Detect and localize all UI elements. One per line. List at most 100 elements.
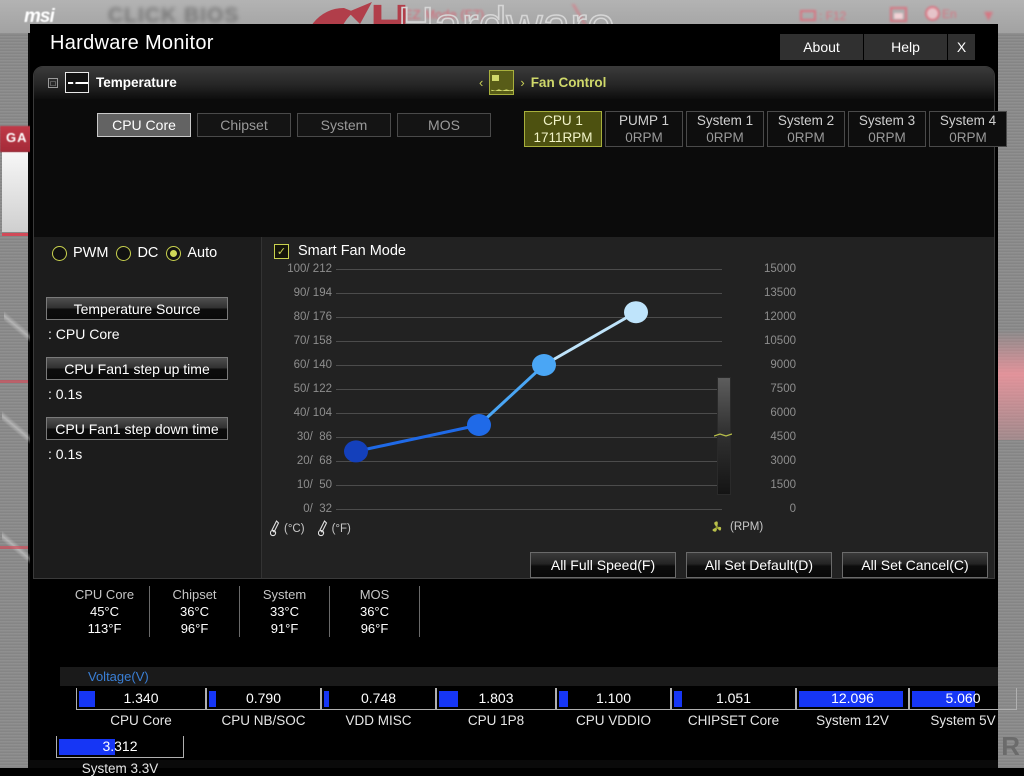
fan-tab-cpu1-label: CPU 1 [543,112,583,129]
radio-pwm[interactable]: PWM [52,245,108,261]
next-arrow-icon[interactable]: › [520,75,524,90]
temp-summary-name-1: Chipset [154,586,235,603]
hardware-monitor-window: Hardware Monitor About Help X □ Temperat… [30,24,998,760]
y-tick-right-12000: 12000 [764,311,796,323]
radio-auto-label: Auto [187,245,217,261]
voltage-row1-track-6: 12.096 [796,688,909,710]
fan-tab-pump1-label: PUMP 1 [619,112,669,129]
fan-curve-icon [489,70,514,95]
window-title: Hardware Monitor [50,32,214,55]
thermometer-fahrenheit-icon [318,520,328,537]
fan-tab-pump1-rpm: 0RPM [625,129,663,146]
bios-decor-line-2 [0,380,28,383]
radio-auto-icon [166,246,181,261]
y-tick-left-0: 0/ 32 [303,503,332,515]
voltage-row1-item-3: 1.803CPU 1P8 [436,688,556,728]
radio-pwm-label: PWM [73,245,108,261]
chevron-down-icon[interactable]: ▾ [984,5,993,26]
bios-right-letter: R [1001,731,1022,762]
all-set-default-button[interactable]: All Set Default(D) [686,552,832,578]
temp-summary-cell-0: CPU Core45°C113°F [60,586,150,637]
voltage-row1-track-1: 0.790 [206,688,321,710]
step-down-time-button[interactable]: CPU Fan1 step down time [46,417,228,440]
voltage-row1-value-6: 12.096 [797,690,908,706]
voltage-row1-value-2: 0.748 [322,690,435,706]
voltage-row1-track-4: 1.100 [556,688,671,710]
help-button[interactable]: Help [864,34,947,60]
temp-summary-fahrenheit-0: 113°F [64,620,145,637]
tab-chipset[interactable]: Chipset [197,113,291,137]
curve-point-2[interactable] [532,354,556,376]
y-tick-left-90: 90/ 194 [294,287,332,299]
step-down-time-value: : 0.1s [46,446,228,462]
curve-segment-1 [479,365,544,425]
voltage-row1-track-0: 1.340 [76,688,206,710]
fan-tab-system1-label: System 1 [697,112,753,129]
fan-control-label: Fan Control [531,75,607,90]
fan-tab-system4[interactable]: System 4 0RPM [929,111,1007,147]
fan-tab-system3[interactable]: System 3 0RPM [848,111,926,147]
fan-tab-system2[interactable]: System 2 0RPM [767,111,845,147]
f12-label: : F12 [819,9,846,23]
y-tick-right-13500: 13500 [764,287,796,299]
voltage-row1-item-4: 1.100CPU VDDIO [556,688,671,728]
voltage-section-label: Voltage(V) [88,669,149,684]
unit-rpm-label: (RPM) [730,521,763,533]
voltage-row1-item-6: 12.096System 12V [796,688,909,728]
fan-tab-cpu1[interactable]: CPU 1 1711RPM [524,111,602,147]
voltage-row1-track-7: 5.060 [909,688,1017,710]
tab-mos[interactable]: MOS [397,113,491,137]
voltage-row2-item-0: 3.312 System 3.3V [56,736,184,776]
voltage-row2-track-0: 3.312 [56,736,184,758]
chart-plot-area[interactable] [336,265,722,513]
curve-segment-2 [544,312,636,365]
close-button[interactable]: X [948,34,975,60]
voltage-row1-value-5: 1.051 [672,690,795,706]
smart-fan-mode-checkbox[interactable]: ✓ [274,244,289,259]
radio-pwm-icon [52,246,67,261]
voltage-row1-name-7: System 5V [909,713,1017,728]
temperature-summary: CPU Core45°C113°FChipset36°C96°FSystem33… [60,586,420,637]
tab-system[interactable]: System [297,113,391,137]
language-icon[interactable]: En [925,6,957,21]
voltage-row1-value-4: 1.100 [557,690,670,706]
chart-y-axis-left: 100/ 21290/ 19480/ 17670/ 15860/ 14050/ … [270,265,332,513]
panel-body: PWM DC Auto Temperature Source : CPU Cor… [34,237,994,578]
fan-tab-system1[interactable]: System 1 0RPM [686,111,764,147]
about-button[interactable]: About [780,34,863,60]
image-icon[interactable] [890,7,907,22]
fan-curve-line [336,265,722,513]
screenshot-f12-icon[interactable]: : F12 [800,9,846,23]
voltage-row1-name-5: CHIPSET Core [671,713,796,728]
y-tick-right-15000: 15000 [764,263,796,275]
temp-summary-name-2: System [244,586,325,603]
rpm-current-marker [714,433,732,437]
temperature-collapse-checkbox[interactable]: □ [48,78,58,88]
curve-point-0[interactable] [344,440,368,462]
curve-point-3[interactable] [624,301,648,323]
ez-mode-label[interactable]: EZ Mode (F7) [404,7,484,22]
voltage-row1-name-0: CPU Core [76,713,206,728]
step-up-time-button[interactable]: CPU Fan1 step up time [46,357,228,380]
all-full-speed-button[interactable]: All Full Speed(F) [530,552,676,578]
y-tick-left-50: 50/ 122 [294,383,332,395]
temperature-source-button[interactable]: Temperature Source [46,297,228,320]
voltage-row1-item-5: 1.051 CHIPSET Core [671,688,796,728]
temp-summary-name-3: MOS [334,586,415,603]
fan-tab-pump1[interactable]: PUMP 1 0RPM [605,111,683,147]
fan-tab-system2-label: System 2 [778,112,834,129]
temp-summary-celsius-0: 45°C [64,603,145,620]
fan-control-section-header: ‹ › Fan Control [479,70,606,95]
radio-dc[interactable]: DC [116,245,158,261]
radio-auto[interactable]: Auto [166,245,217,261]
y-tick-right-9000: 9000 [770,359,796,371]
all-set-cancel-button[interactable]: All Set Cancel(C) [842,552,988,578]
voltage-row1-item-7: 5.060 System 5V [909,688,1017,728]
tab-cpu-core[interactable]: CPU Core [97,113,191,137]
fan-mode-radio-group: PWM DC Auto [52,245,217,261]
prev-arrow-icon[interactable]: ‹ [479,75,483,90]
bios-left-strip [0,0,28,768]
curve-point-1[interactable] [467,414,491,436]
curve-segment-0 [356,425,479,451]
voltage-row2-name-0: System 3.3V [56,761,184,776]
